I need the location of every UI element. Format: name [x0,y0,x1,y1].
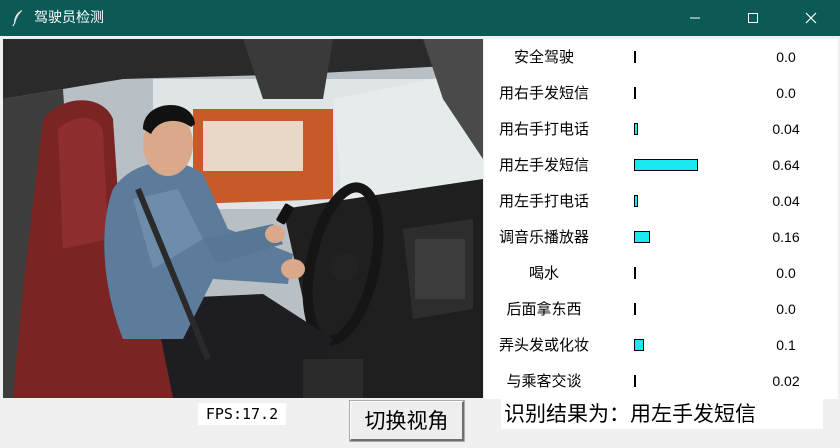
probability-bar [634,375,636,387]
probability-bar [634,267,636,279]
class-label: 后面拿东西 [506,300,582,318]
class-row: 与乘客交谈 0.02 [484,363,838,399]
driver-camera-image [3,39,483,398]
class-label: 调音乐播放器 [498,228,589,246]
probability-bar [634,159,698,171]
maximize-button[interactable] [730,0,776,36]
close-button[interactable] [788,0,834,36]
probability-value: 0.02 [772,373,800,389]
probability-bar [634,195,638,207]
class-row: 用左手打电话 0.04 [484,183,838,219]
probability-value: 0.16 [772,229,800,245]
maximize-icon [748,13,758,23]
class-row: 安全驾驶 0.0 [484,39,838,75]
class-row: 用左手发短信 0.64 [484,147,838,183]
probability-bar [634,303,636,315]
probability-value: 0.04 [772,193,800,209]
class-row: 弄头发或化妆 0.1 [484,327,838,363]
class-row: 喝水 0.0 [484,255,838,291]
class-row: 用右手发短信 0.0 [484,75,838,111]
probability-bar [634,339,644,351]
class-label: 安全驾驶 [513,48,574,66]
class-label: 用右手发短信 [498,84,589,102]
recognition-result: 识别结果为：用左手发短信 [501,399,823,429]
class-label: 与乘客交谈 [506,372,582,390]
probability-value: 0.1 [776,337,796,353]
class-label: 用左手打电话 [498,192,589,210]
probability-bar [634,123,638,135]
probability-bar [634,231,650,243]
class-label: 用左手发短信 [498,156,589,174]
close-icon [805,12,817,24]
probability-bar [634,51,636,63]
probability-value: 0.0 [776,85,796,101]
feather-icon [10,9,26,27]
class-label: 弄头发或化妆 [498,336,589,354]
probability-value: 0.04 [772,121,800,137]
probability-value: 0.64 [772,157,800,173]
class-row: 调音乐播放器 0.16 [484,219,838,255]
fps-readout: FPS:17.2 [198,403,286,425]
class-label: 喝水 [528,264,559,282]
class-label: 用右手打电话 [498,120,589,138]
switch-view-button[interactable]: 切换视角 [350,401,464,441]
probability-value: 0.0 [776,301,796,317]
camera-view [3,39,483,398]
minimize-button[interactable] [672,0,718,36]
probability-value: 0.0 [776,265,796,281]
class-row: 用右手打电话 0.04 [484,111,838,147]
probability-bar [634,87,636,99]
window-title: 驾驶员检测 [34,10,104,26]
probability-panel: 安全驾驶 0.0 用右手发短信 0.0 用右手打电话 0.04 用左手发短信 0.64 用左手打… [484,39,838,399]
title-bar: 驾驶员检测 [0,0,840,36]
minimize-icon [690,17,700,19]
class-row: 后面拿东西 0.0 [484,291,838,327]
probability-value: 0.0 [776,49,796,65]
